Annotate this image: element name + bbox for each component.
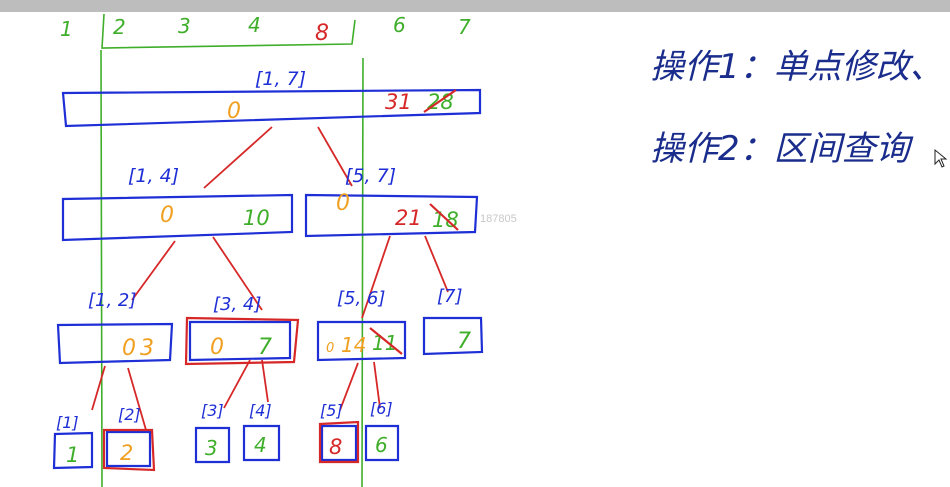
- edge-3-4-right: [261, 359, 269, 403]
- segment-tree-diagram: .bx { fill:none; stroke:#1f2fd6; stroke-…: [52, 13, 948, 487]
- node-sum-value: 7: [258, 335, 272, 360]
- note-operation-2: 操作2：区间查询: [650, 129, 914, 169]
- node-1-2: [1, 2] 0 3: [56, 290, 174, 365]
- node-lazy-value: 0: [227, 99, 241, 124]
- leaf-4: [4] 4: [242, 401, 281, 462]
- node-range-label: [1, 4]: [128, 165, 179, 187]
- node-sum-value: 10: [243, 206, 270, 230]
- query-left-bound-line: [100, 49, 103, 487]
- leaf-range-label: [5]: [320, 401, 343, 420]
- mouse-cursor-icon: [934, 148, 948, 168]
- node-1-4: [1, 4] 0 10: [61, 165, 294, 242]
- operation-notes: 操作1：单点修改、 操作2：区间查询: [650, 47, 944, 169]
- top-index-6: 6: [393, 13, 406, 37]
- node-lazy-value: 0: [122, 336, 136, 361]
- leaf-5: [5] 8: [318, 401, 360, 464]
- leaf-3: [3] 3: [194, 401, 231, 464]
- node-3-4: [3, 4] 0 7: [184, 294, 300, 366]
- query-right-bound-line: [361, 57, 364, 487]
- leaf-value: 6: [375, 433, 388, 457]
- node-7: [7] 7: [422, 286, 484, 356]
- node-lazy-value: 0: [210, 335, 224, 360]
- edge-3-4-left: [223, 359, 251, 409]
- top-index-5-modified: 8: [315, 21, 329, 46]
- leaf-range-label: [2]: [118, 405, 141, 424]
- node-sum-value: 14: [341, 333, 366, 357]
- edge-5-6-left: [339, 362, 359, 411]
- node-sum-value: 21: [395, 206, 422, 230]
- node-sum-value: 31: [385, 90, 412, 114]
- edge-1-2-left: [91, 365, 106, 411]
- top-index-7: 7: [458, 15, 471, 39]
- node-range-label: [1, 2]: [88, 290, 136, 311]
- node-range-label: [1, 7]: [255, 68, 306, 90]
- node-5-6: [5, 6] 0 14 11: [316, 288, 407, 362]
- node-lazy-value: 0: [326, 341, 334, 356]
- leaf-1: [1] 1: [52, 413, 94, 470]
- note-operation-1: 操作1：单点修改、: [650, 47, 944, 87]
- node-sum-value: 7: [457, 329, 471, 354]
- leaf-2: [2] 2: [102, 405, 156, 472]
- top-index-2: 2: [113, 15, 126, 39]
- leaf-value: 8: [329, 435, 342, 459]
- top-index-1: 1: [60, 17, 73, 41]
- top-index-row: 1 2 3 4 8 6 7: [60, 13, 471, 49]
- leaf-value: 3: [205, 436, 218, 460]
- leaf-range-label: [4]: [249, 401, 272, 420]
- node-old-sum-value: 11: [372, 331, 397, 355]
- node-lazy-value: 0: [336, 191, 350, 216]
- node-range-label: [5, 6]: [337, 288, 385, 309]
- top-index-3: 3: [178, 14, 191, 38]
- node-5-7: [5, 7] 0 21 18: [304, 165, 479, 238]
- edge-root-left: [203, 126, 273, 189]
- leaf-range-label: [6]: [370, 399, 393, 418]
- leaf-value: 1: [66, 443, 79, 467]
- leaf-value: 4: [254, 433, 267, 457]
- node-range-label: [5, 7]: [345, 165, 396, 187]
- leaf-value: 2: [120, 441, 133, 465]
- node-range-label: [7]: [437, 286, 463, 307]
- leaf-range-label: [1]: [56, 413, 79, 432]
- node-lazy-value: 0: [160, 203, 174, 228]
- node-sum-value: 3: [140, 336, 154, 361]
- edge-1-4-left: [131, 240, 176, 301]
- node-root: [1, 7] 0 31 28: [61, 68, 482, 128]
- node-range-label: [3, 4]: [213, 294, 261, 315]
- leaf-6: [6] 6: [364, 399, 400, 462]
- edge-5-7-right: [424, 235, 449, 293]
- watermark-text: 187805: [480, 213, 517, 225]
- top-index-4: 4: [248, 13, 261, 37]
- leaf-range-label: [3]: [201, 401, 224, 420]
